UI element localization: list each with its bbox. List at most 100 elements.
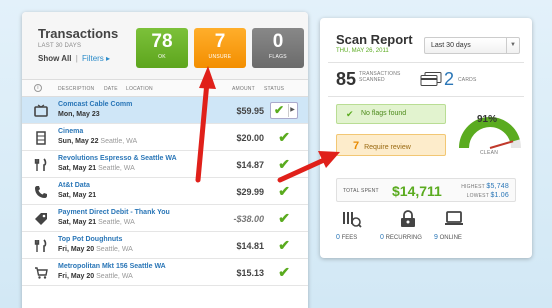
- lowest-spend: LOWEST $1.06: [466, 192, 509, 199]
- row-amount: $29.99: [236, 187, 264, 197]
- row-description[interactable]: Top Pot Doughnuts: [58, 236, 122, 243]
- row-description[interactable]: Revolutions Espresso & Seattle WA: [58, 155, 177, 162]
- row-description[interactable]: Metropolitan Mkt 156 Seattle WA: [58, 263, 166, 270]
- table-row[interactable]: Revolutions Espresso & Seattle WA Sat, M…: [22, 151, 308, 178]
- row-date: Fri, May 20 Seattle, WA: [58, 273, 133, 280]
- ok-label: OK: [158, 54, 166, 60]
- check-icon[interactable]: ✔: [278, 156, 290, 173]
- flags-stat-button[interactable]: 0 FLAGS: [252, 28, 304, 68]
- transactions-header: Transactions LAST 30 DAYS Show All | Fil…: [22, 12, 308, 80]
- film-icon: [34, 131, 48, 145]
- check-icon[interactable]: ✔: [278, 264, 290, 281]
- cards-label: CARDS: [458, 77, 477, 83]
- status-dropdown[interactable]: ✔ ▶: [270, 102, 298, 119]
- row-description[interactable]: Comcast Cable Comm: [58, 101, 132, 108]
- unsure-label: UNSURE: [208, 54, 232, 60]
- check-icon[interactable]: ✔: [278, 183, 290, 200]
- links-separator: |: [75, 54, 78, 63]
- credit-card-icon: [420, 72, 442, 86]
- table-row[interactable]: At&t Data Sat, May 21 $29.99 ✔: [22, 178, 308, 205]
- no-flags-label: No flags found: [361, 110, 407, 117]
- transactions-scanned-count: 85: [336, 69, 357, 89]
- fees-icon[interactable]: [342, 210, 362, 228]
- recurring-stat[interactable]: 0 RECURRING: [380, 234, 422, 241]
- tag-icon: [34, 212, 48, 226]
- ok-stat-button[interactable]: 78 OK: [136, 28, 188, 68]
- scan-report-panel: Scan Report THU, MAY 26, 2011 Last 30 da…: [320, 18, 532, 258]
- check-icon: ✔: [274, 103, 285, 117]
- row-date: Fri, May 20 Seattle, WA: [58, 246, 133, 253]
- transactions-scanned-label: TRANSACTIONS SCANNED: [359, 71, 401, 83]
- table-row[interactable]: Top Pot Doughnuts Fri, May 20 Seattle, W…: [22, 232, 308, 259]
- check-icon: ✔: [346, 109, 354, 119]
- row-amount: $15.13: [236, 268, 264, 278]
- total-spent-label: TOTAL SPENT: [343, 188, 379, 194]
- scan-report-title: Scan Report: [336, 32, 413, 47]
- highest-spend: HIGHEST $5,748: [461, 183, 509, 190]
- check-icon[interactable]: ✔: [278, 237, 290, 254]
- row-date: Mon, May 23: [58, 111, 100, 118]
- col-date[interactable]: DATE: [104, 86, 118, 92]
- table-row[interactable]: Metropolitan Mkt 156 Seattle WA Fri, May…: [22, 259, 308, 286]
- col-description[interactable]: DESCRIPTION: [58, 86, 94, 92]
- transactions-subtitle: LAST 30 DAYS: [38, 43, 82, 49]
- no-flags-status: ✔ No flags found: [336, 104, 446, 124]
- row-date: Sun, May 22 Seattle, WA: [58, 138, 138, 145]
- tv-icon: [34, 104, 48, 118]
- col-location[interactable]: LOCATION: [126, 86, 153, 92]
- date-range-value: Last 30 days: [431, 42, 471, 49]
- row-amount: $14.81: [236, 241, 264, 251]
- divider: [328, 96, 524, 97]
- row-description[interactable]: Cinema: [58, 128, 83, 135]
- online-stat[interactable]: 9 ONLINE: [434, 234, 462, 241]
- clean-gauge: [459, 117, 521, 149]
- require-review-button[interactable]: 7 Require review: [336, 134, 446, 156]
- col-amount[interactable]: AMOUNT: [232, 86, 255, 92]
- date-range-select[interactable]: Last 30 days ▼: [424, 37, 520, 54]
- review-label: Require review: [364, 144, 411, 151]
- row-description[interactable]: Payment Direct Debit - Thank You: [58, 209, 170, 216]
- row-amount: -$38.00: [233, 214, 264, 224]
- laptop-icon[interactable]: [444, 210, 464, 228]
- scan-report-date: THU, MAY 26, 2011: [336, 48, 389, 54]
- divider: [328, 62, 524, 63]
- row-date: Sat, May 21: [58, 192, 97, 199]
- cart-icon: [34, 266, 48, 280]
- row-date: Sat, May 21 Seattle, WA: [58, 219, 135, 226]
- chevron-right-icon[interactable]: ▶: [288, 104, 296, 117]
- unsure-stat-button[interactable]: 7 UNSURE: [194, 28, 246, 68]
- unsure-count: 7: [214, 31, 226, 52]
- table-row[interactable]: Cinema Sun, May 22 Seattle, WA $20.00 ✔: [22, 124, 308, 151]
- chevron-down-icon[interactable]: ▼: [506, 38, 519, 53]
- row-amount: $14.87: [236, 160, 264, 170]
- flags-label: FLAGS: [269, 54, 287, 60]
- column-headers: i DESCRIPTION DATE LOCATION AMOUNT STATU…: [22, 80, 308, 97]
- cards-count: 2: [444, 69, 455, 89]
- col-status[interactable]: STATUS: [264, 86, 284, 92]
- table-row[interactable]: Payment Direct Debit - Thank You Sat, Ma…: [22, 205, 308, 232]
- check-icon[interactable]: ✔: [278, 210, 290, 227]
- fork-knife-icon: [34, 158, 48, 172]
- row-date: Sat, May 21 Seattle, WA: [58, 165, 135, 172]
- row-amount: $20.00: [236, 133, 264, 143]
- row-description[interactable]: At&t Data: [58, 182, 90, 189]
- fork-knife-icon: [34, 239, 48, 253]
- row-amount: $59.95: [236, 106, 264, 116]
- ok-count: 78: [151, 31, 173, 52]
- flags-count: 0: [272, 31, 284, 52]
- transactions-panel: Transactions LAST 30 DAYS Show All | Fil…: [22, 12, 308, 308]
- clean-percent: 91%: [477, 114, 498, 125]
- transactions-links: Show All | Filters ▸: [38, 54, 110, 63]
- fees-stat[interactable]: 0 FEES: [336, 234, 357, 241]
- table-row[interactable]: Comcast Cable Comm Mon, May 23 $59.95 ✔ …: [22, 97, 308, 124]
- total-spent-value: $14,711: [392, 183, 442, 199]
- review-count: 7: [353, 140, 360, 152]
- transactions-title: Transactions: [38, 26, 119, 41]
- phone-icon: [34, 185, 48, 199]
- lock-icon[interactable]: [398, 210, 418, 228]
- check-icon[interactable]: ✔: [278, 129, 290, 146]
- clean-label: CLEAN: [480, 150, 499, 156]
- show-all-link[interactable]: Show All: [38, 54, 71, 63]
- filters-link[interactable]: Filters ▸: [82, 54, 110, 63]
- info-icon[interactable]: i: [34, 84, 42, 92]
